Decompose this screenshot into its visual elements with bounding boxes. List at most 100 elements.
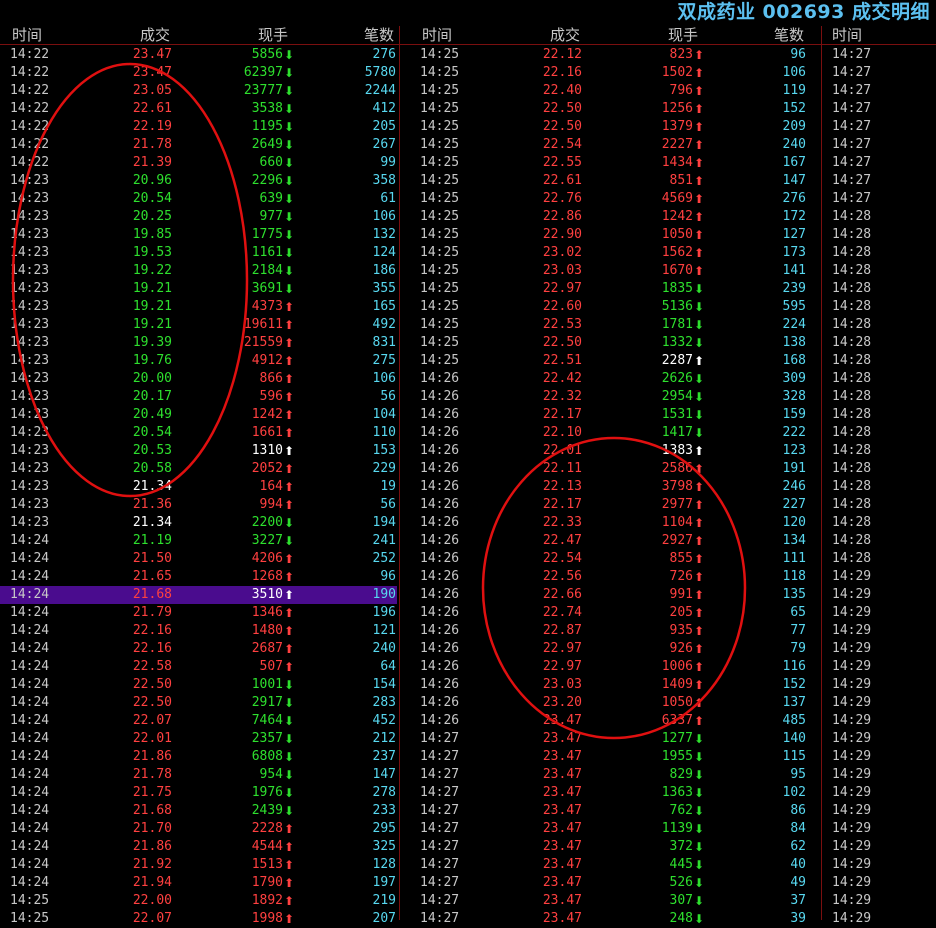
tick-time: 14:29 xyxy=(832,623,872,638)
tick-time: 14:27 xyxy=(832,119,872,134)
tick-row[interactable]: 14:27 xyxy=(0,82,936,100)
tick-row[interactable]: 14:29 xyxy=(0,856,936,874)
tick-time: 14:29 xyxy=(832,731,872,746)
tick-row[interactable]: 14:29 xyxy=(0,676,936,694)
header-volume-1: 现手 xyxy=(258,26,289,44)
tick-time: 14:28 xyxy=(832,425,872,440)
tick-row[interactable]: 14:27 xyxy=(0,46,936,64)
tick-time: 14:28 xyxy=(832,299,872,314)
tick-time: 14:29 xyxy=(832,641,872,656)
tick-row[interactable]: 14:28 xyxy=(0,262,936,280)
tick-time: 14:27 xyxy=(832,173,872,188)
tick-row[interactable]: 14:28 xyxy=(0,226,936,244)
tick-row[interactable]: 14:28 xyxy=(0,352,936,370)
tick-time: 14:27 xyxy=(832,101,872,116)
tick-row[interactable]: 14:28 xyxy=(0,298,936,316)
tick-time: 14:29 xyxy=(832,695,872,710)
tick-row[interactable]: 14:29 xyxy=(0,694,936,712)
tick-time: 14:29 xyxy=(832,605,872,620)
tick-row[interactable]: 14:27 xyxy=(0,136,936,154)
tick-row[interactable]: 14:29 xyxy=(0,748,936,766)
tick-time: 14:29 xyxy=(832,857,872,872)
tick-row[interactable]: 14:28 xyxy=(0,424,936,442)
tick-row[interactable]: 14:27 xyxy=(0,172,936,190)
tick-time: 14:29 xyxy=(832,713,872,728)
header-time-2: 时间 xyxy=(422,26,453,44)
tick-row[interactable]: 14:28 xyxy=(0,280,936,298)
tick-time: 14:28 xyxy=(832,281,872,296)
tick-time: 14:28 xyxy=(832,371,872,386)
tick-row[interactable]: 14:29 xyxy=(0,802,936,820)
tick-time: 14:28 xyxy=(832,209,872,224)
tick-time: 14:28 xyxy=(832,533,872,548)
tick-row[interactable]: 14:29 xyxy=(0,892,936,910)
tick-time: 14:29 xyxy=(832,569,872,584)
tick-row[interactable]: 14:29 xyxy=(0,586,936,604)
tick-time: 14:29 xyxy=(832,803,872,818)
tick-row[interactable]: 14:29 xyxy=(0,784,936,802)
tick-row[interactable]: 14:28 xyxy=(0,442,936,460)
tick-row[interactable]: 14:29 xyxy=(0,568,936,586)
tick-time: 14:28 xyxy=(832,317,872,332)
tick-time: 14:28 xyxy=(832,389,872,404)
tick-time: 14:29 xyxy=(832,839,872,854)
header-count-2: 笔数 xyxy=(774,26,805,44)
tick-row[interactable]: 14:28 xyxy=(0,550,936,568)
tick-time: 14:28 xyxy=(832,227,872,242)
tick-row[interactable]: 14:29 xyxy=(0,622,936,640)
tick-time: 14:27 xyxy=(832,137,872,152)
tick-time: 14:29 xyxy=(832,821,872,836)
header-price-2: 成交 xyxy=(550,26,581,44)
tick-row[interactable]: 14:29 xyxy=(0,730,936,748)
header-price-1: 成交 xyxy=(140,26,171,44)
tick-row[interactable]: 14:29 xyxy=(0,874,936,892)
tick-row[interactable]: 14:27 xyxy=(0,100,936,118)
tick-time: 14:29 xyxy=(832,911,872,926)
tick-row[interactable]: 14:28 xyxy=(0,334,936,352)
tick-row[interactable]: 14:28 xyxy=(0,316,936,334)
tick-row[interactable]: 14:27 xyxy=(0,64,936,82)
tick-time: 14:27 xyxy=(832,83,872,98)
tick-row[interactable]: 14:28 xyxy=(0,244,936,262)
header-time-3: 时间 xyxy=(832,26,863,44)
tick-time: 14:28 xyxy=(832,443,872,458)
tick-time: 14:28 xyxy=(832,497,872,512)
tick-row[interactable]: 14:28 xyxy=(0,388,936,406)
tick-time: 14:29 xyxy=(832,587,872,602)
tick-row[interactable]: 14:28 xyxy=(0,208,936,226)
tick-time: 14:27 xyxy=(832,47,872,62)
tick-time: 14:29 xyxy=(832,875,872,890)
tick-time: 14:28 xyxy=(832,461,872,476)
tick-row[interactable]: 14:28 xyxy=(0,478,936,496)
tick-row[interactable]: 14:29 xyxy=(0,640,936,658)
tick-time: 14:29 xyxy=(832,677,872,692)
tick-time: 14:28 xyxy=(832,515,872,530)
tick-time: 14:28 xyxy=(832,407,872,422)
tick-row[interactable]: 14:28 xyxy=(0,496,936,514)
tick-row[interactable]: 14:29 xyxy=(0,604,936,622)
tick-time: 14:28 xyxy=(832,245,872,260)
header-divider xyxy=(0,44,936,45)
tick-row[interactable]: 14:29 xyxy=(0,766,936,784)
tick-time: 14:29 xyxy=(832,785,872,800)
tick-row[interactable]: 14:28 xyxy=(0,514,936,532)
tick-time: 14:28 xyxy=(832,551,872,566)
header-volume-2: 现手 xyxy=(668,26,699,44)
tick-row[interactable]: 14:29 xyxy=(0,712,936,730)
tick-time: 14:29 xyxy=(832,767,872,782)
tick-time: 14:27 xyxy=(832,155,872,170)
tick-row[interactable]: 14:29 xyxy=(0,820,936,838)
tick-row[interactable]: 14:29 xyxy=(0,658,936,676)
tick-time: 14:28 xyxy=(832,479,872,494)
tick-row[interactable]: 14:28 xyxy=(0,532,936,550)
tick-row[interactable]: 14:28 xyxy=(0,370,936,388)
tick-time: 14:27 xyxy=(832,65,872,80)
tick-row[interactable]: 14:29 xyxy=(0,838,936,856)
tick-row[interactable]: 14:28 xyxy=(0,460,936,478)
tick-row[interactable]: 14:27 xyxy=(0,154,936,172)
tick-row[interactable]: 14:29 xyxy=(0,910,936,928)
tick-time: 14:28 xyxy=(832,353,872,368)
tick-row[interactable]: 14:28 xyxy=(0,406,936,424)
tick-row[interactable]: 14:27 xyxy=(0,118,936,136)
tick-row[interactable]: 14:27 xyxy=(0,190,936,208)
